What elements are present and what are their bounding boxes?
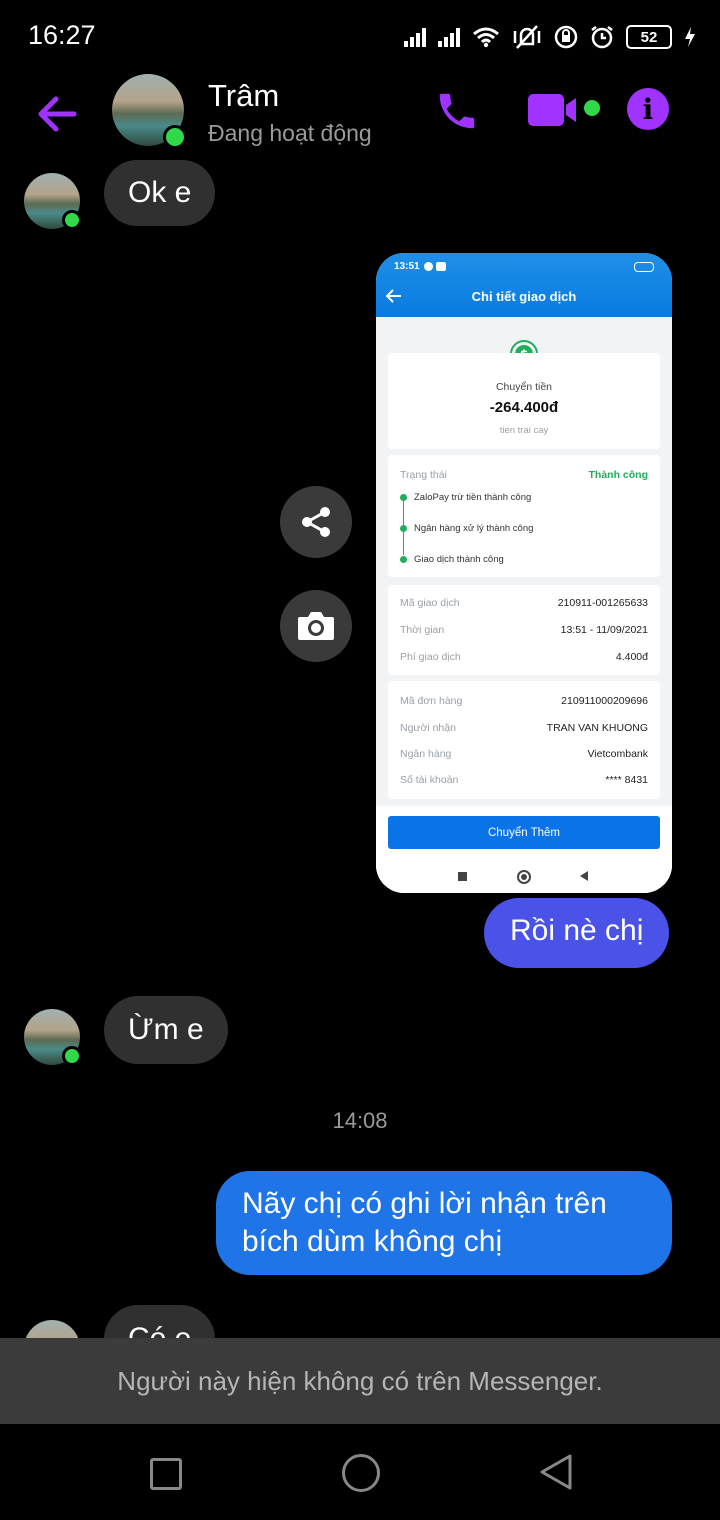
system-navigation-bar — [0, 1424, 720, 1520]
detail-key: Phí giao dịch — [400, 651, 461, 663]
back-nav-button[interactable] — [538, 1454, 574, 1490]
battery-indicator: 52 — [626, 25, 672, 49]
timeline-step: Ngân hàng xử lý thành công — [414, 523, 534, 534]
online-indicator — [163, 125, 187, 149]
detail-key: Mã đơn hàng — [400, 695, 463, 707]
back-arrow-icon — [38, 96, 77, 132]
contact-status: Đang hoạt động — [208, 120, 372, 146]
video-call-button[interactable] — [526, 90, 582, 130]
home-icon — [517, 870, 531, 884]
status-label: Trạng thái — [400, 469, 447, 481]
order-details-card: Mã đơn hàng 210911000209696 Người nhận TRA… — [388, 681, 660, 799]
message-text: Ừm e — [128, 1013, 204, 1046]
save-image-button[interactable] — [280, 590, 352, 662]
status-bar: 16:27 52 — [0, 0, 720, 72]
amount-card: Chuyển tiền -264.400đ tien trai cay — [388, 353, 660, 449]
back-icon — [580, 871, 588, 881]
contact-avatar[interactable] — [112, 74, 192, 154]
detail-key: Số tài khoản — [400, 774, 459, 786]
data-saver-icon — [554, 25, 578, 49]
timeline-step: Giao dịch thành công — [414, 554, 504, 565]
contact-name[interactable]: Trâm — [208, 78, 279, 114]
detail-value: 210911-001265633 — [557, 597, 648, 609]
shared-image[interactable]: 13:51 Chi tiết giao dịch $ Chuyển tiền -… — [376, 253, 672, 893]
detail-value: 4.400đ — [615, 651, 648, 663]
timeline-step: ZaloPay trừ tiền thành công — [414, 492, 532, 503]
charging-icon — [685, 27, 695, 47]
transaction-note: tien trai cay — [499, 425, 549, 436]
detail-value: 210911000209696 — [561, 695, 648, 707]
video-camera-icon — [528, 94, 576, 126]
message-text-line: bích dùm không chị — [242, 1225, 503, 1258]
status-time: 16:27 — [28, 20, 96, 50]
vibrate-icon — [513, 25, 541, 49]
shared-image-header: 13:51 Chi tiết giao dịch — [376, 253, 672, 317]
message-text: Ok e — [128, 176, 192, 209]
status-value: Thành công — [588, 469, 649, 481]
detail-key: Thời gian — [400, 624, 445, 636]
timeline-dot — [400, 494, 407, 501]
voice-call-button[interactable] — [434, 88, 480, 134]
home-button[interactable] — [342, 1454, 380, 1492]
camera-icon — [298, 612, 334, 640]
detail-value: TRAN VAN KHUONG — [546, 722, 648, 734]
share-icon — [302, 507, 330, 537]
app-icon — [424, 262, 433, 271]
back-button[interactable] — [30, 88, 82, 140]
status-card: Trạng thái Thành công ZaloPay trừ tiền t… — [388, 455, 660, 577]
sender-avatar[interactable] — [24, 173, 90, 239]
message-text: Rồi nè chị — [510, 914, 644, 947]
info-icon: i — [642, 92, 654, 126]
share-button[interactable] — [280, 486, 352, 558]
online-indicator — [62, 1046, 82, 1066]
recent-apps-icon — [458, 872, 467, 881]
battery-icon — [634, 262, 654, 272]
info-button[interactable]: i — [627, 88, 669, 130]
detail-key: Người nhận — [400, 722, 456, 734]
video-active-dot — [584, 100, 600, 116]
timeline-dot — [400, 525, 407, 532]
transaction-type: Chuyển tiền — [495, 381, 553, 393]
signal-icon-2 — [438, 27, 460, 47]
alarm-icon — [591, 26, 613, 49]
message-timestamp: 14:08 — [332, 1108, 388, 1133]
status-icons: 52 — [404, 20, 696, 54]
app-icon — [436, 262, 446, 271]
detail-value: Vietcombank — [587, 748, 648, 760]
transaction-amount: -264.400đ — [489, 399, 559, 416]
transfer-more-button: Chuyển Thêm — [388, 816, 660, 849]
phone-icon — [439, 93, 475, 129]
message-bubble-outgoing[interactable]: Rồi nè chị — [484, 898, 670, 968]
detail-key: Ngân hàng — [400, 748, 452, 760]
message-text-line: Nãy chị có ghi lời nhận trên — [242, 1187, 607, 1220]
wifi-icon — [473, 27, 499, 48]
chat-header: Trâm Đang hoạt động i — [0, 72, 720, 160]
detail-key: Mã giao dịch — [400, 597, 460, 609]
detail-value: 13:51 - 11/09/2021 — [560, 624, 648, 636]
shared-image-time: 13:51 — [394, 261, 420, 272]
shared-image-title: Chi tiết giao dịch — [471, 289, 577, 304]
timeline-dot — [400, 556, 407, 563]
recent-apps-button[interactable] — [150, 1458, 182, 1490]
message-bubble-incoming[interactable]: Ok e — [104, 160, 216, 226]
android-nav-bar — [376, 858, 672, 893]
transaction-details-card: Mã giao dịch 210911-001265633 Thời gian 13… — [388, 585, 660, 675]
message-bubble-outgoing[interactable]: Nãy chị có ghi lời nhận trên bích dùm kh… — [216, 1171, 672, 1275]
message-bubble-incoming[interactable]: Ừm e — [104, 996, 228, 1064]
signal-icon — [404, 27, 426, 47]
sender-avatar[interactable] — [24, 1009, 90, 1075]
detail-value: **** 8431 — [605, 774, 648, 786]
online-indicator — [62, 210, 82, 230]
unavailable-notice-text: Người này hiện không có trên Messenger. — [117, 1365, 603, 1396]
unavailable-notice-bar: Người này hiện không có trên Messenger. — [0, 1338, 720, 1424]
